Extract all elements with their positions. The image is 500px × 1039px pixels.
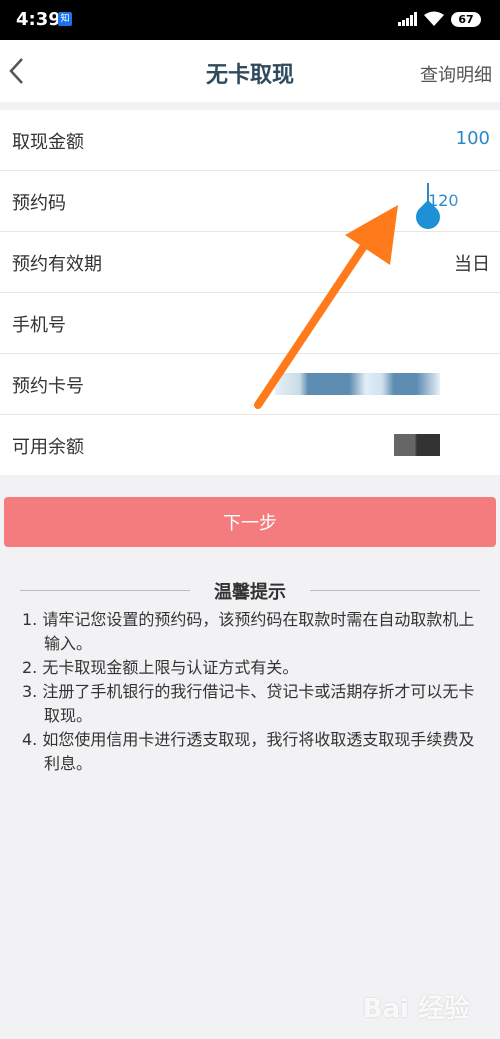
query-details-link[interactable]: 查询明细 (420, 61, 492, 87)
baidu-watermark: Bai 经验 (362, 994, 470, 1024)
tip-item: 4. 如您使用信用卡进行透支取现，我行将收取透支取现手续费及利息。 (22, 730, 475, 773)
code-row[interactable]: 预约码 (0, 171, 500, 234)
card-label: 预约卡号 (12, 376, 84, 397)
code-label: 预约码 (12, 193, 66, 214)
nav-bar: 无卡取现 查询明细 (0, 40, 500, 102)
tip-item: 1. 请牢记您设置的预约码，该预约码在取款时需在自动取款机上输入。 (22, 610, 475, 653)
balance-label: 可用余额 (12, 437, 84, 458)
tip-item: 3. 注册了手机银行的我行借记卡、贷记卡或活期存折才可以无卡取现。 (22, 682, 475, 725)
status-bar: 4:39 知 67 (0, 0, 500, 40)
next-step-button[interactable]: 下一步 (4, 497, 496, 547)
back-arrow-icon[interactable] (6, 56, 26, 86)
balance-value-blurred (394, 434, 440, 456)
battery-icon: 67 (451, 12, 481, 27)
phone-row: 手机号 (0, 293, 500, 354)
tips-list: 1. 请牢记您设置的预约码，该预约码在取款时需在自动取款机上输入。 2. 无卡取… (22, 608, 482, 776)
tip-item: 2. 无卡取现金额上限与认证方式有关。 (22, 658, 299, 677)
signal-icon (398, 12, 417, 26)
status-time: 4:39 (16, 9, 61, 30)
app-notification-icon: 知 (58, 12, 72, 26)
balance-row: 可用余额 (0, 415, 500, 475)
withdraw-form: 取现金额 100 预约码 预约有效期 当日 手机号 预约卡号 可用余额 (0, 110, 500, 475)
tips-title: 温馨提示 (214, 582, 286, 603)
wifi-icon (424, 11, 444, 26)
validity-label: 预约有效期 (12, 254, 102, 275)
amount-label: 取现金额 (12, 132, 84, 153)
phone-label: 手机号 (12, 315, 66, 336)
validity-value: 当日 (454, 254, 490, 275)
amount-value[interactable]: 100 (456, 128, 490, 149)
amount-row[interactable]: 取现金额 100 (0, 110, 500, 171)
card-row[interactable]: 预约卡号 (0, 354, 500, 415)
validity-row: 预约有效期 当日 (0, 232, 500, 293)
card-number-blurred (275, 373, 440, 395)
